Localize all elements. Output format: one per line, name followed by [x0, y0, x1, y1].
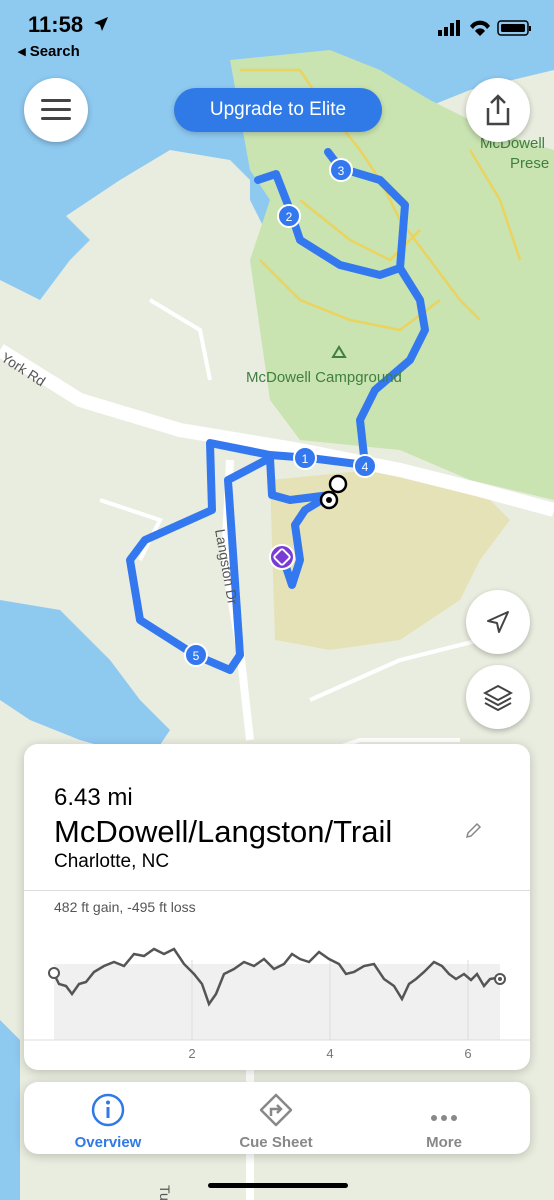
info-icon: [91, 1093, 125, 1127]
svg-text:4: 4: [362, 460, 369, 474]
elevation-profile[interactable]: 2 4 6: [24, 924, 530, 1070]
map-layers-button[interactable]: [466, 665, 530, 729]
signal-wifi-battery-icon: [438, 20, 531, 36]
waypoint-marker[interactable]: 2: [277, 204, 301, 228]
tab-overview[interactable]: Overview: [24, 1082, 192, 1154]
menu-button[interactable]: [24, 78, 88, 142]
map-label-road-bottom: Tur: [157, 1185, 173, 1200]
tab-cue-sheet[interactable]: Cue Sheet: [192, 1082, 360, 1154]
status-icons: [438, 18, 534, 43]
tab-cue-sheet-label: Cue Sheet: [239, 1134, 313, 1151]
status-time: 11:58: [28, 12, 84, 37]
map-label-preserve-2: Prese: [510, 155, 549, 172]
bottom-tab-bar: Overview Cue Sheet More: [24, 1082, 530, 1154]
home-indicator[interactable]: [208, 1183, 348, 1188]
elevation-summary: 482 ft gain, -495 ft loss: [54, 899, 196, 915]
waypoint-marker[interactable]: 3: [329, 158, 353, 182]
waypoint-marker[interactable]: 1: [293, 446, 317, 470]
svg-text:5: 5: [193, 649, 200, 663]
x-tick-label: 4: [326, 1046, 333, 1061]
route-summary-card[interactable]: 6.43 mi McDowell/Langston/Trail Charlott…: [24, 744, 530, 1070]
navigation-arrow-icon: [487, 611, 509, 633]
route-location: Charlotte, NC: [54, 851, 170, 872]
location-arrow-icon: [94, 17, 108, 31]
poi-marker[interactable]: [269, 544, 295, 570]
route-name: McDowell/Langston/Trail: [54, 814, 393, 849]
waypoint-marker[interactable]: 4: [353, 454, 377, 478]
svg-text:1: 1: [302, 452, 309, 466]
edit-pencil-icon[interactable]: [464, 822, 482, 840]
x-tick-label: 2: [188, 1046, 195, 1061]
tab-more-label: More: [426, 1134, 462, 1151]
locate-me-button[interactable]: [466, 590, 530, 654]
route-distance: 6.43 mi: [54, 784, 133, 811]
ellipsis-icon: [431, 1115, 457, 1121]
tab-more[interactable]: More: [360, 1082, 528, 1154]
svg-text:3: 3: [338, 164, 345, 178]
card-divider: [24, 890, 530, 891]
turn-icon: [259, 1093, 293, 1127]
route-start-marker: [328, 474, 348, 494]
tab-overview-label: Overview: [74, 1134, 142, 1151]
profile-start-marker: [48, 967, 60, 979]
hamburger-icon: [41, 99, 71, 120]
layers-icon: [483, 684, 513, 712]
share-icon: [486, 94, 510, 126]
share-button[interactable]: [466, 78, 530, 142]
status-bar: 11:58 ◂ Search: [0, 0, 554, 70]
x-tick-label: 6: [464, 1046, 471, 1061]
map-label-campground: McDowell Campground: [246, 369, 402, 386]
back-to-search-link[interactable]: ◂ Search: [18, 42, 80, 60]
upgrade-button[interactable]: Upgrade to Elite: [174, 88, 382, 132]
svg-text:2: 2: [286, 210, 293, 224]
waypoint-marker[interactable]: 5: [184, 643, 208, 667]
